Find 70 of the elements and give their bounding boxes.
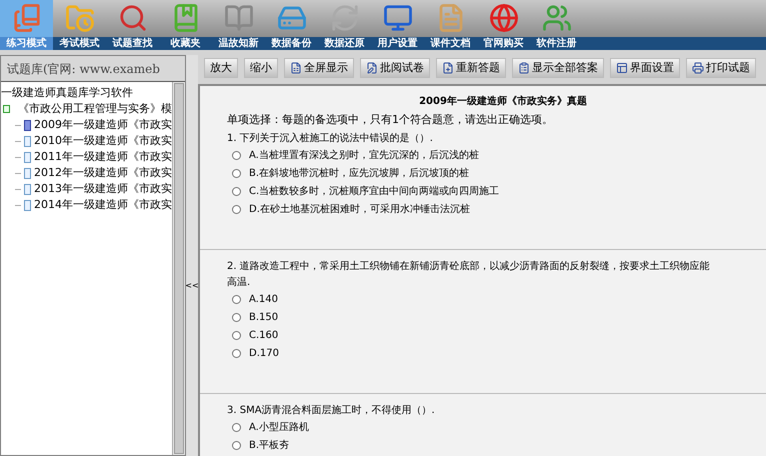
- folder-clock-icon: [64, 3, 94, 33]
- tree-item[interactable]: 2010年一级建造师《市政实: [34, 132, 172, 150]
- scrollbar[interactable]: [172, 82, 185, 455]
- tree-item[interactable]: 2014年一级建造师《市政实: [34, 196, 172, 214]
- instructions-text: 单项选择：每题的备选项中，只有1个符合题意，请选出正确选项。: [226, 112, 554, 128]
- expander-box[interactable]: [3, 105, 10, 113]
- toolbar-button[interactable]: 考试模式: [53, 0, 106, 50]
- collapse-arrows: <<: [185, 280, 199, 292]
- toolbar-button[interactable]: 用户设置: [371, 0, 424, 50]
- toolbar-button[interactable]: 显示全部答案: [512, 58, 604, 78]
- radio-button[interactable]: [232, 423, 241, 432]
- radio-button[interactable]: [232, 349, 241, 358]
- site-address: 试题库(官网: www.exameb: [7, 60, 160, 78]
- option-label[interactable]: A.小型压路机: [249, 420, 309, 435]
- globe-icon: [488, 3, 518, 33]
- toolbar-button[interactable]: 界面设置: [610, 58, 680, 78]
- option-label[interactable]: A.当桩埋置有深浅之别时，宜先沉深的，后沉浅的桩: [249, 148, 479, 163]
- monitor-icon: [382, 3, 412, 33]
- radio-button[interactable]: [232, 205, 241, 214]
- radio-button[interactable]: [232, 187, 241, 196]
- toolbar-button[interactable]: 练习模式: [0, 0, 53, 50]
- clipboard-icon: [518, 62, 530, 74]
- question-text: 1. 下列关于沉入桩施工的说法中错误的是（）.: [226, 132, 434, 146]
- toolbar-button[interactable]: 数据还原: [318, 0, 371, 50]
- tree-item[interactable]: 2011年一级建造师《市政实: [34, 148, 172, 166]
- document-icon: [290, 62, 302, 74]
- option-label[interactable]: C.当桩数较多时，沉桩顺序宜由中间向两端或向四周施工: [249, 184, 500, 199]
- toolbar-button[interactable]: 放大: [204, 58, 238, 78]
- tree-item[interactable]: 《市政公用工程管理与实务》模: [18, 100, 172, 118]
- toolbar-button[interactable]: 收藏夹: [159, 0, 212, 50]
- magnifier-icon: [118, 3, 148, 33]
- tree-item[interactable]: 一级建造师真题库学习软件: [1, 85, 172, 101]
- toolbar-button[interactable]: 软件注册: [530, 0, 583, 50]
- option-label[interactable]: C.160: [249, 328, 278, 343]
- users-icon: [542, 3, 572, 33]
- toolbar-button[interactable]: 数据备份: [265, 0, 318, 50]
- option-label[interactable]: B.在斜坡地带沉桩时，应先沉坡脚，后沉坡顶的桩: [249, 166, 470, 181]
- question-text: 3. SMA沥青混合料面层施工时，不得使用（）.: [226, 404, 436, 418]
- radio-button[interactable]: [232, 313, 241, 322]
- radio-button[interactable]: [232, 169, 241, 178]
- option-label[interactable]: B.150: [249, 310, 278, 325]
- printer-icon: [692, 62, 704, 74]
- toolbar-button[interactable]: 重新答题: [436, 58, 506, 78]
- option-label[interactable]: D.在砂土地基沉桩困难时，可采用水冲锤击法沉桩: [249, 202, 470, 217]
- toolbar-button[interactable]: 温故知新: [212, 0, 265, 50]
- radio-button[interactable]: [232, 331, 241, 340]
- refresh-icon: [330, 3, 360, 33]
- radio-button[interactable]: [232, 295, 241, 304]
- option-label[interactable]: A.140: [249, 292, 278, 307]
- toolbar-button[interactable]: 官网购买: [477, 0, 530, 50]
- splitter-bar[interactable]: <<: [186, 55, 198, 456]
- option-label[interactable]: D.170: [249, 346, 279, 361]
- toolbar-button[interactable]: 缩小: [244, 58, 278, 78]
- toolbar-button[interactable]: 批阅试卷: [360, 58, 430, 78]
- toolbar-button[interactable]: 打印试题: [686, 58, 756, 78]
- radio-button[interactable]: [232, 441, 241, 450]
- document-plus-icon: [442, 62, 454, 74]
- toolbar-button[interactable]: 试题查找: [106, 0, 159, 50]
- books-icon: [12, 3, 42, 33]
- toolbar-button[interactable]: 全屏显示: [284, 58, 354, 78]
- radio-button[interactable]: [232, 151, 241, 160]
- toolbar-button[interactable]: 课件文档: [424, 0, 477, 50]
- tree-item[interactable]: 2012年一级建造师《市政实: [34, 164, 172, 182]
- question-text: 2. 道路改造工程中，常采用土工织物铺在新铺沥青砼底部，以减少沥青路面的反射裂缝，按要求土工织物应能 高温.: [226, 260, 711, 290]
- paper-title: 2009年一级建造师《市政实务》真题: [418, 94, 588, 109]
- tree-item[interactable]: 2009年一级建造师《市政实: [34, 116, 172, 134]
- tree-item[interactable]: 2013年一级建造师《市政实: [34, 180, 172, 198]
- pen-document-icon: [366, 62, 378, 74]
- option-label[interactable]: B.平板夯: [249, 438, 290, 453]
- window-icon: [616, 62, 628, 74]
